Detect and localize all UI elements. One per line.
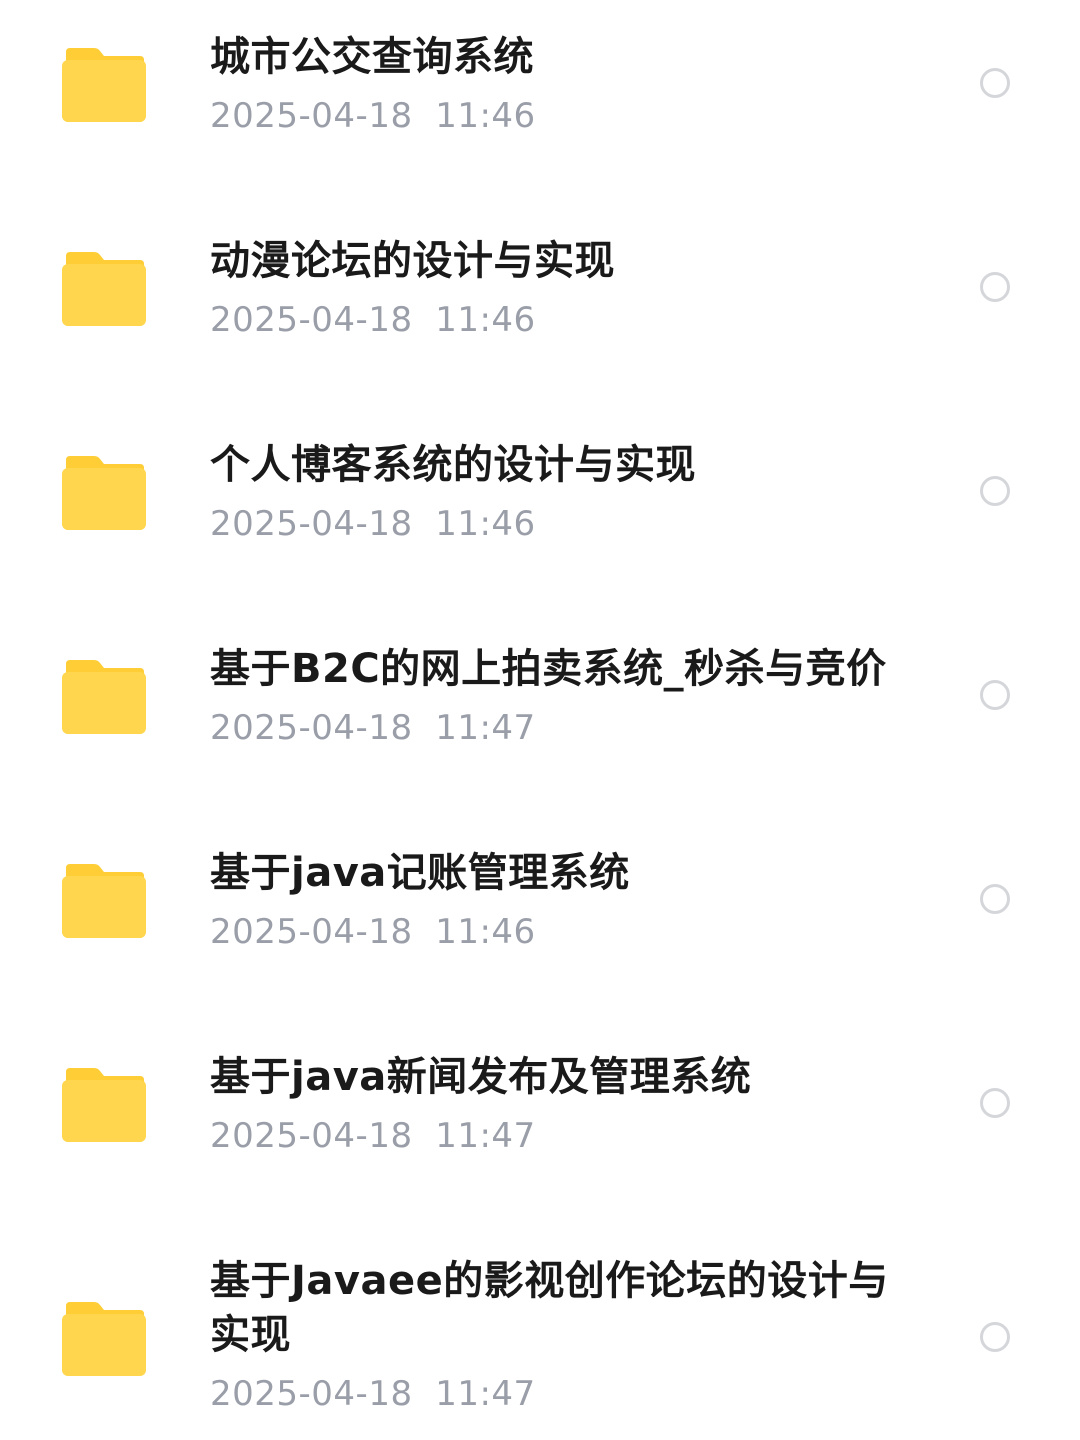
file-text: 基于Javaee的影视创作论坛的设计与实现 2025-04-18 11:47 [210, 1254, 910, 1416]
file-text: 城市公交查询系统 2025-04-18 11:46 [210, 30, 910, 138]
file-row[interactable]: 基于B2C的网上拍卖系统_秒杀与竞价 2025-04-18 11:47 [0, 642, 1080, 812]
file-date: 2025-04-18 11:47 [210, 1116, 536, 1156]
file-title: 基于java新闻发布及管理系统 [210, 1054, 752, 1100]
select-radio[interactable] [980, 884, 1010, 914]
folder-icon [60, 1300, 148, 1378]
file-text: 基于java记账管理系统 2025-04-18 11:46 [210, 846, 910, 954]
file-row[interactable]: 基于java新闻发布及管理系统 2025-04-18 11:47 [0, 1050, 1080, 1220]
file-date: 2025-04-18 11:47 [210, 1374, 536, 1414]
select-radio[interactable] [980, 272, 1010, 302]
file-title: 城市公交查询系统 [210, 34, 534, 80]
file-date: 2025-04-18 11:46 [210, 96, 536, 136]
select-radio[interactable] [980, 68, 1010, 98]
file-row[interactable]: 城市公交查询系统 2025-04-18 11:46 [0, 30, 1080, 200]
file-date: 2025-04-18 11:47 [210, 708, 536, 748]
folder-icon [60, 862, 148, 940]
file-row[interactable]: 个人博客系统的设计与实现 2025-04-18 11:46 [0, 438, 1080, 608]
file-row[interactable]: 基于Javaee的影视创作论坛的设计与实现 2025-04-18 11:47 [0, 1254, 1080, 1434]
file-date: 2025-04-18 11:46 [210, 300, 536, 340]
select-radio[interactable] [980, 476, 1010, 506]
file-title: 个人博客系统的设计与实现 [210, 442, 696, 488]
folder-icon [60, 250, 148, 328]
folder-icon [60, 1066, 148, 1144]
select-radio[interactable] [980, 1322, 1010, 1352]
file-row[interactable]: 动漫论坛的设计与实现 2025-04-18 11:46 [0, 234, 1080, 404]
file-text: 动漫论坛的设计与实现 2025-04-18 11:46 [210, 234, 910, 342]
file-row[interactable]: 基于java记账管理系统 2025-04-18 11:46 [0, 846, 1080, 1016]
file-title: 基于B2C的网上拍卖系统_秒杀与竞价 [210, 646, 887, 692]
file-text: 基于B2C的网上拍卖系统_秒杀与竞价 2025-04-18 11:47 [210, 642, 910, 750]
folder-icon [60, 658, 148, 736]
file-text: 基于java新闻发布及管理系统 2025-04-18 11:47 [210, 1050, 910, 1158]
select-radio[interactable] [980, 1088, 1010, 1118]
folder-icon [60, 46, 148, 124]
file-text: 个人博客系统的设计与实现 2025-04-18 11:46 [210, 438, 910, 546]
file-list: 城市公交查询系统 2025-04-18 11:46 动漫论坛的设计与实现 202… [0, 0, 1080, 1440]
file-title: 基于java记账管理系统 [210, 850, 630, 896]
file-title: 基于Javaee的影视创作论坛的设计与实现 [210, 1258, 889, 1358]
select-radio[interactable] [980, 680, 1010, 710]
file-date: 2025-04-18 11:46 [210, 912, 536, 952]
file-date: 2025-04-18 11:46 [210, 504, 536, 544]
file-title: 动漫论坛的设计与实现 [210, 238, 615, 284]
folder-icon [60, 454, 148, 532]
